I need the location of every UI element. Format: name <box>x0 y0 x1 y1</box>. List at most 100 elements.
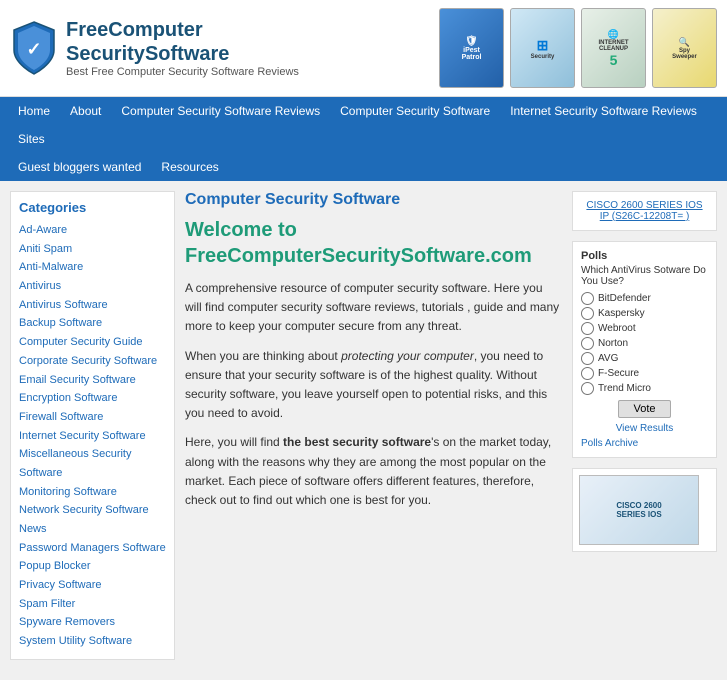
radio-webroot[interactable] <box>581 322 594 335</box>
product-spy-sweeper: 🔍 SpySweeper <box>652 8 717 88</box>
list-item[interactable]: Miscellaneous Security Software <box>19 445 166 482</box>
list-item[interactable]: Anti-Malware <box>19 258 166 277</box>
poll-option-webroot[interactable]: Webroot <box>581 322 708 335</box>
nav-link-about[interactable]: About <box>60 97 111 125</box>
label-kaspersky: Kaspersky <box>598 308 645 319</box>
nav-item-internet-reviews[interactable]: Internet Security Software Reviews <box>500 97 707 125</box>
category-link[interactable]: News <box>19 520 166 539</box>
radio-trendmicro[interactable] <box>581 382 594 395</box>
list-item[interactable]: Network Security Software <box>19 501 166 520</box>
logo-shield-icon: ✓ <box>10 20 58 76</box>
list-item[interactable]: Popup Blocker <box>19 557 166 576</box>
label-avg: AVG <box>598 353 618 364</box>
category-link[interactable]: Spam Filter <box>19 595 166 614</box>
logo-title: FreeComputer SecuritySoftware <box>66 18 299 66</box>
list-item[interactable]: Password Managers Software <box>19 539 166 558</box>
category-link[interactable]: Encryption Software <box>19 389 166 408</box>
nav-link-internet-reviews[interactable]: Internet Security Software Reviews <box>500 97 707 125</box>
poll-option-bitdefender[interactable]: BitDefender <box>581 292 708 305</box>
list-item[interactable]: Email Security Software <box>19 371 166 390</box>
header: ✓ FreeComputer SecuritySoftware Best Fre… <box>0 0 727 97</box>
category-link[interactable]: Miscellaneous Security Software <box>19 445 166 482</box>
logo-security: Security <box>66 43 145 65</box>
list-item[interactable]: Firewall Software <box>19 408 166 427</box>
logo-software-title: Software <box>145 43 229 65</box>
radio-norton[interactable] <box>581 337 594 350</box>
poll-option-trendmicro[interactable]: Trend Micro <box>581 382 708 395</box>
category-link[interactable]: Firewall Software <box>19 408 166 427</box>
categories-box: Categories Ad-Aware Aniti Spam Anti-Malw… <box>10 191 175 660</box>
list-item[interactable]: Encryption Software <box>19 389 166 408</box>
list-item[interactable]: Computer Security Guide <box>19 333 166 352</box>
category-link[interactable]: System Utility Software <box>19 632 166 651</box>
nav-link-sites[interactable]: Sites <box>8 125 55 153</box>
category-link[interactable]: Password Managers Software <box>19 539 166 558</box>
nav-item-reviews[interactable]: Computer Security Software Reviews <box>111 97 330 125</box>
vote-button[interactable]: Vote <box>618 400 670 418</box>
nav-item-sites[interactable]: Sites <box>8 125 55 153</box>
category-link[interactable]: Privacy Software <box>19 576 166 595</box>
nav-item-resources[interactable]: Resources <box>151 153 228 181</box>
list-item[interactable]: Internet Security Software <box>19 427 166 446</box>
category-link[interactable]: Corporate Security Software <box>19 352 166 371</box>
list-item[interactable]: Antivirus Software <box>19 296 166 315</box>
radio-kaspersky[interactable] <box>581 307 594 320</box>
polls-archive-link[interactable]: Polls Archive <box>581 438 708 449</box>
list-item[interactable]: Aniti Spam <box>19 240 166 259</box>
category-link[interactable]: Computer Security Guide <box>19 333 166 352</box>
poll-option-avg[interactable]: AVG <box>581 352 708 365</box>
category-link[interactable]: Email Security Software <box>19 371 166 390</box>
list-item[interactable]: Backup Software <box>19 314 166 333</box>
view-results-link[interactable]: View Results <box>581 423 708 434</box>
category-link[interactable]: Spyware Removers <box>19 613 166 632</box>
svg-text:✓: ✓ <box>26 39 41 59</box>
category-link[interactable]: Antivirus Software <box>19 296 166 315</box>
list-item[interactable]: Ad-Aware <box>19 221 166 240</box>
category-link[interactable]: Backup Software <box>19 314 166 333</box>
category-link[interactable]: Popup Blocker <box>19 557 166 576</box>
nav-link-home[interactable]: Home <box>8 97 60 125</box>
list-item[interactable]: Spam Filter <box>19 595 166 614</box>
nav-link-software[interactable]: Computer Security Software <box>330 97 500 125</box>
category-link[interactable]: Aniti Spam <box>19 240 166 259</box>
nav-item-guest[interactable]: Guest bloggers wanted <box>8 153 151 181</box>
poll-option-norton[interactable]: Norton <box>581 337 708 350</box>
radio-avg[interactable] <box>581 352 594 365</box>
right-sidebar: CISCO 2600 SERIES IOS IP (S26C-12208T= )… <box>572 191 717 670</box>
category-link[interactable]: Network Security Software <box>19 501 166 520</box>
cisco-bottom-box[interactable]: CISCO 2600 SERIES IOS <box>572 468 717 552</box>
list-item[interactable]: Spyware Removers <box>19 613 166 632</box>
radio-bitdefender[interactable] <box>581 292 594 305</box>
logo-computer: Computer <box>108 19 202 41</box>
list-item[interactable]: System Utility Software <box>19 632 166 651</box>
category-link[interactable]: Ad-Aware <box>19 221 166 240</box>
category-link[interactable]: Monitoring Software <box>19 483 166 502</box>
product-windows: ⊞ Security <box>510 8 575 88</box>
list-item[interactable]: Corporate Security Software <box>19 352 166 371</box>
list-item[interactable]: Privacy Software <box>19 576 166 595</box>
navbar: Home About Computer Security Software Re… <box>0 97 727 181</box>
page-title: Computer Security Software <box>185 191 562 209</box>
category-link[interactable]: Anti-Malware <box>19 258 166 277</box>
category-link[interactable]: Internet Security Software <box>19 427 166 446</box>
nav-item-about[interactable]: About <box>60 97 111 125</box>
list-item[interactable]: Antivirus <box>19 277 166 296</box>
nav-secondary: Guest bloggers wanted Resources <box>0 153 727 181</box>
nav-link-reviews[interactable]: Computer Security Software Reviews <box>111 97 330 125</box>
paragraph-2: When you are thinking about protecting y… <box>185 347 562 424</box>
poll-option-fsecure[interactable]: F-Secure <box>581 367 708 380</box>
list-item[interactable]: Monitoring Software <box>19 483 166 502</box>
radio-fsecure[interactable] <box>581 367 594 380</box>
cisco-top-link[interactable]: CISCO 2600 SERIES IOS IP (S26C-12208T= ) <box>586 200 702 222</box>
categories-title: Categories <box>19 200 166 215</box>
nav-item-home[interactable]: Home <box>8 97 60 125</box>
label-webroot: Webroot <box>598 323 636 334</box>
cisco-top-box[interactable]: CISCO 2600 SERIES IOS IP (S26C-12208T= ) <box>572 191 717 231</box>
paragraph-2-start: When you are thinking about <box>185 349 341 363</box>
category-link[interactable]: Antivirus <box>19 277 166 296</box>
poll-option-kaspersky[interactable]: Kaspersky <box>581 307 708 320</box>
nav-link-resources[interactable]: Resources <box>151 153 228 181</box>
list-item[interactable]: News <box>19 520 166 539</box>
nav-item-software[interactable]: Computer Security Software <box>330 97 500 125</box>
nav-link-guest[interactable]: Guest bloggers wanted <box>8 153 151 181</box>
